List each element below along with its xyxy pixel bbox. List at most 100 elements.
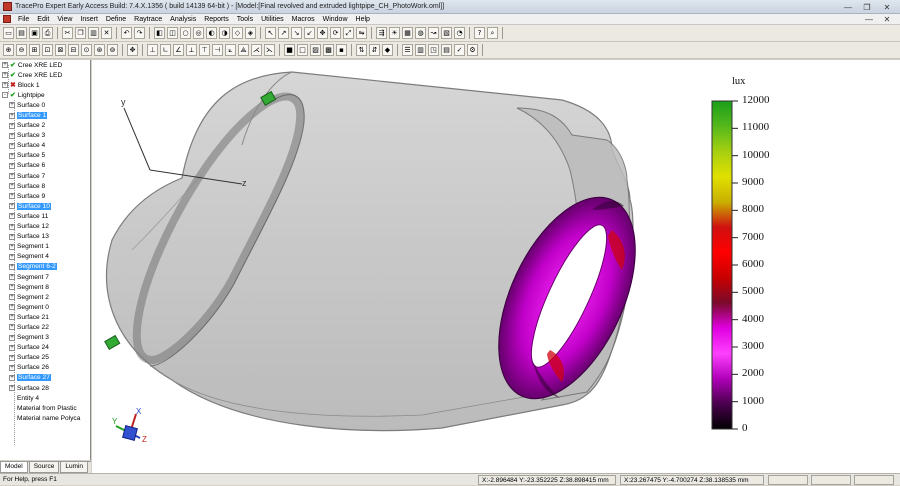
context-help-button[interactable]: ⌕ xyxy=(487,27,498,39)
zoom-extents-button[interactable]: ⊚ xyxy=(107,44,118,56)
expand-icon[interactable]: + xyxy=(9,304,15,311)
select-arrow-button[interactable]: ↖ xyxy=(265,27,276,39)
tab-lumin[interactable]: Lumin xyxy=(60,462,89,473)
copy-button[interactable]: ❐ xyxy=(75,27,86,39)
print-button[interactable]: ⎙ xyxy=(42,27,53,39)
zoom-fit-button[interactable]: ⊡ xyxy=(42,44,53,56)
torus-primitive-button[interactable]: ◎ xyxy=(193,27,204,39)
expand-icon[interactable]: + xyxy=(9,193,15,200)
save-button[interactable]: ▣ xyxy=(29,27,40,39)
lightpipe-render[interactable]: y z X Y Z xyxy=(92,60,900,473)
zoom-all-button[interactable]: ⊙ xyxy=(81,44,92,56)
mdi-close-button[interactable]: ✕ xyxy=(878,14,896,25)
ray-filter-button[interactable]: ⇵ xyxy=(369,44,380,56)
surface-button[interactable]: ◇ xyxy=(232,27,243,39)
expand-icon[interactable]: + xyxy=(9,344,15,351)
menu-define[interactable]: Define xyxy=(102,14,130,25)
candela-button[interactable]: ◔ xyxy=(454,27,465,39)
expand-icon[interactable]: + xyxy=(9,142,15,149)
select-surface-button[interactable]: ↗ xyxy=(278,27,289,39)
zoom-dynamic-button[interactable]: ⊛ xyxy=(94,44,105,56)
menu-utilities[interactable]: Utilities xyxy=(257,14,288,25)
tree-item[interactable]: + Surface 12 xyxy=(0,222,90,232)
view-dimetric-button[interactable]: ⟁ xyxy=(238,44,249,56)
expand-icon[interactable]: + xyxy=(9,112,15,119)
surface-source-button[interactable]: ◍ xyxy=(415,27,426,39)
tree-item[interactable]: + Surface 26 xyxy=(0,363,90,373)
cut-button[interactable]: ✂ xyxy=(62,27,73,39)
zoom-selection-button[interactable]: ⊠ xyxy=(55,44,66,56)
tree-item[interactable]: + Surface 24 xyxy=(0,343,90,353)
expand-icon[interactable]: + xyxy=(9,294,15,301)
view-yz-button[interactable]: ∟ xyxy=(160,44,171,56)
view-orient-button[interactable]: ⋋ xyxy=(264,44,275,56)
tree-item[interactable]: + Surface 4 xyxy=(0,141,90,151)
move-button[interactable]: ✥ xyxy=(317,27,328,39)
tree-item[interactable]: + Surface 28 xyxy=(0,383,90,393)
expand-icon[interactable]: + xyxy=(9,213,15,220)
expand-icon[interactable]: + xyxy=(2,72,8,79)
grid-source-button[interactable]: ▦ xyxy=(402,27,413,39)
paste-button[interactable]: ▥ xyxy=(88,27,99,39)
expand-icon[interactable]: + xyxy=(9,183,15,190)
expand-icon[interactable]: + xyxy=(9,284,15,291)
expand-icon[interactable]: + xyxy=(2,82,8,89)
rotate-button[interactable]: ⟳ xyxy=(330,27,341,39)
menu-raytrace[interactable]: Raytrace xyxy=(130,14,166,25)
expand-icon[interactable]: + xyxy=(9,223,15,230)
menu-file[interactable]: File xyxy=(14,14,33,25)
document-icon[interactable] xyxy=(3,15,11,23)
view-zx-button[interactable]: ∠ xyxy=(173,44,184,56)
render-wireframe-button[interactable]: □ xyxy=(297,44,308,56)
tree-item[interactable]: + Surface 22 xyxy=(0,322,90,332)
sphere-primitive-button[interactable]: ○ xyxy=(180,27,191,39)
tree-item[interactable]: + Segment 3 xyxy=(0,333,90,343)
render-shaded-button[interactable]: ▪ xyxy=(336,44,347,56)
box-primitive-button[interactable]: ◧ xyxy=(154,27,165,39)
tree-item[interactable]: + Surface 13 xyxy=(0,232,90,242)
undo-button[interactable]: ↶ xyxy=(121,27,132,39)
select-edge-button[interactable]: ↘ xyxy=(291,27,302,39)
app-icon[interactable] xyxy=(3,2,12,11)
expand-icon[interactable]: + xyxy=(9,132,15,139)
ray-sort-button[interactable]: ⇅ xyxy=(356,44,367,56)
collapse-icon[interactable]: - xyxy=(2,92,8,99)
zoom-out-button[interactable]: ⊖ xyxy=(16,44,27,56)
tab-model[interactable]: Model xyxy=(0,462,28,473)
tree-item[interactable]: + Segment 7 xyxy=(0,272,90,282)
zoom-previous-button[interactable]: ⊟ xyxy=(68,44,79,56)
view-trimetric-button[interactable]: ⋌ xyxy=(251,44,262,56)
tab-source[interactable]: Source xyxy=(28,462,60,473)
tree-item[interactable]: + Surface 11 xyxy=(0,211,90,221)
prescription-button[interactable]: ▤ xyxy=(441,44,452,56)
expand-icon[interactable]: + xyxy=(9,102,15,109)
tree-item[interactable]: + Surface 6 xyxy=(0,161,90,171)
tree-item[interactable]: + Surface 0 xyxy=(0,100,90,110)
menu-analysis[interactable]: Analysis xyxy=(166,14,200,25)
select-vertex-button[interactable]: ↙ xyxy=(304,27,315,39)
expand-icon[interactable]: + xyxy=(9,162,15,169)
expand-icon[interactable]: + xyxy=(9,263,15,270)
expand-icon[interactable]: + xyxy=(9,354,15,361)
tree-item[interactable]: + Segment 4 xyxy=(0,252,90,262)
tree-item[interactable]: + Surface 25 xyxy=(0,353,90,363)
tree-item[interactable]: + Surface 3 xyxy=(0,131,90,141)
tree-item[interactable]: + ✔ Cree XRE LED xyxy=(0,70,90,80)
tree-item[interactable]: - ✔ Lightpipe xyxy=(0,90,90,100)
expand-icon[interactable]: + xyxy=(9,173,15,180)
ray-color-button[interactable]: ◆ xyxy=(382,44,393,56)
render-hidden-line-button[interactable]: ▨ xyxy=(310,44,321,56)
irradiance-button[interactable]: ▧ xyxy=(441,27,452,39)
cylinder-primitive-button[interactable]: ◫ xyxy=(167,27,178,39)
tree-item[interactable]: + Segment 0 xyxy=(0,302,90,312)
tree-item[interactable]: + Segment 8 xyxy=(0,282,90,292)
mdi-minimize-button[interactable]: — xyxy=(860,14,878,25)
tree-item[interactable]: + Surface 5 xyxy=(0,151,90,161)
tree-item[interactable]: + Surface 21 xyxy=(0,312,90,322)
tree-item[interactable]: + Segment 6-2 xyxy=(0,262,90,272)
expand-icon[interactable]: + xyxy=(9,364,15,371)
tree-item[interactable]: + Surface 1 xyxy=(0,110,90,120)
tree-item[interactable]: + Surface 2 xyxy=(0,121,90,131)
menu-edit[interactable]: Edit xyxy=(33,14,53,25)
material-button[interactable]: ▥ xyxy=(415,44,426,56)
